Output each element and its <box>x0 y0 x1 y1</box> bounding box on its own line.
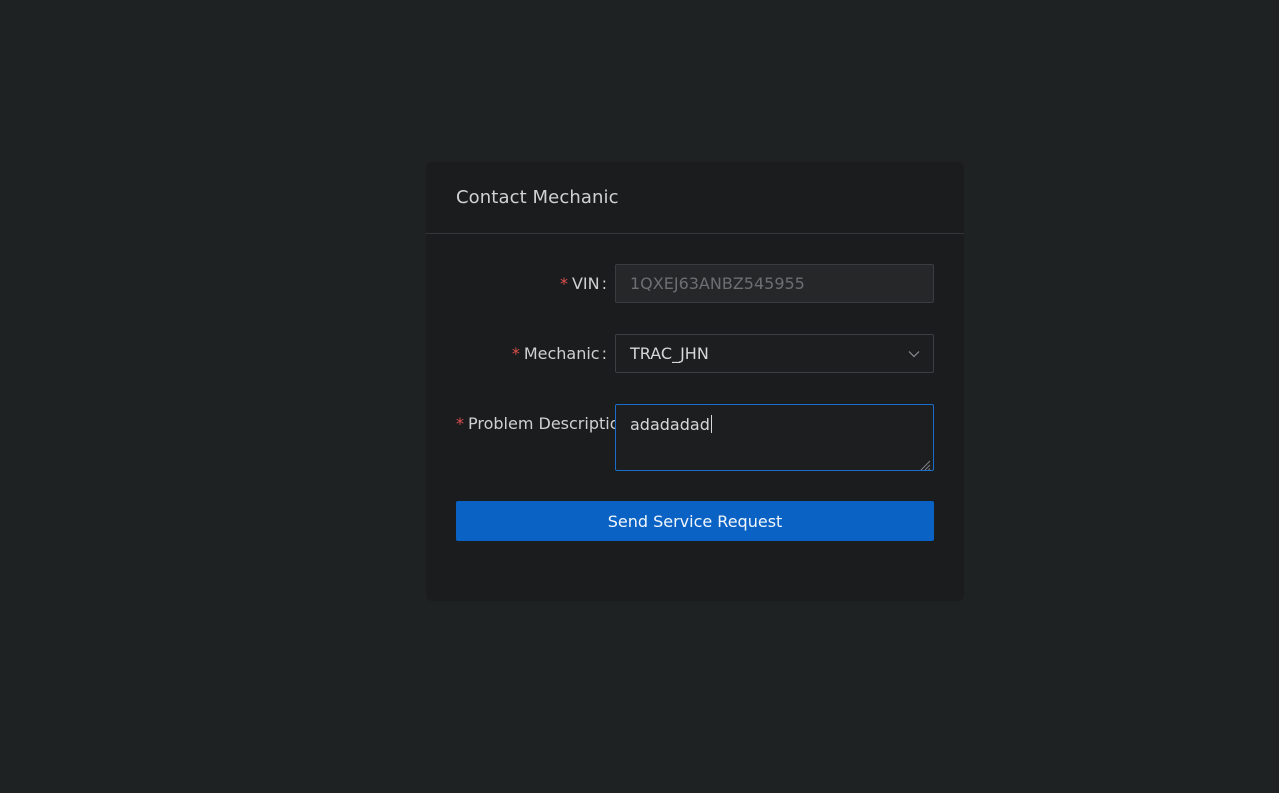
required-mark: * <box>511 344 520 363</box>
card-title: Contact Mechanic <box>456 187 619 208</box>
vin-input[interactable]: 1QXEJ63ANBZ545955 <box>615 264 934 303</box>
required-mark: * <box>456 414 464 433</box>
vin-value: 1QXEJ63ANBZ545955 <box>630 274 805 293</box>
send-service-request-button[interactable]: Send Service Request <box>456 501 934 541</box>
vin-label-text: VIN <box>571 274 600 293</box>
required-mark: * <box>559 274 568 293</box>
card-header: Contact Mechanic <box>426 162 964 234</box>
problem-label: * Problem Descriptio <box>456 404 615 443</box>
mechanic-select[interactable]: TRAC_JHN <box>615 334 934 373</box>
resize-handle-icon[interactable] <box>919 456 931 471</box>
text-caret <box>710 415 712 433</box>
problem-description-textarea[interactable]: adadadad <box>615 404 934 471</box>
vin-row: * VIN : 1QXEJ63ANBZ545955 <box>456 264 934 303</box>
mechanic-label: * Mechanic : <box>456 334 615 373</box>
mechanic-selected-value: TRAC_JHN <box>630 344 709 363</box>
contact-mechanic-card: Contact Mechanic * VIN : 1QXEJ63ANBZ5459… <box>426 162 964 601</box>
mechanic-label-text: Mechanic <box>523 344 600 363</box>
problem-description-value: adadadad <box>630 415 710 434</box>
mechanic-row: * Mechanic : TRAC_JHN <box>456 334 934 373</box>
vin-label-colon: : <box>601 274 607 293</box>
vin-label: * VIN : <box>456 264 615 303</box>
chevron-down-icon <box>907 347 921 361</box>
problem-row: * Problem Descriptio adadadad <box>456 404 934 471</box>
problem-label-text: Problem Descriptio <box>468 414 615 433</box>
mechanic-label-colon: : <box>601 344 607 363</box>
